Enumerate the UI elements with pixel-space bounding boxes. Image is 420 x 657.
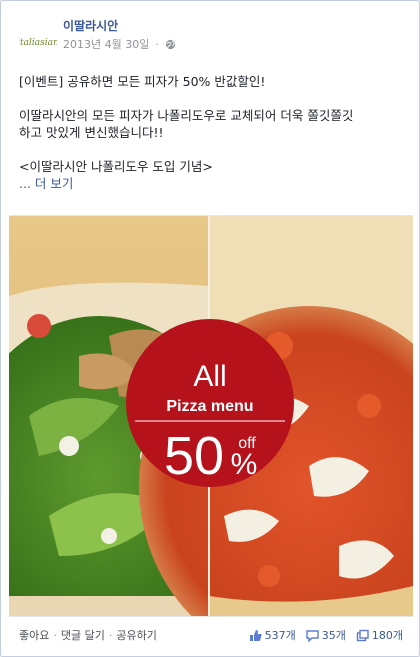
likes-count: 537개 — [264, 629, 296, 642]
post-photo[interactable]: All Pizza menu 50 % off — [9, 215, 413, 617]
badge-all-text: All — [193, 360, 226, 393]
post-text-line: <이딸라시안 나폴리도우 도입 기념> — [19, 159, 213, 174]
facebook-post: italiasian 이딸라시안 2013년 4월 30일 · [이벤트] 공유… — [0, 0, 420, 657]
comments-count: 35개 — [321, 629, 346, 642]
see-more-link[interactable]: ... 더 보기 — [19, 175, 404, 192]
like-link[interactable]: 좋아요 — [19, 627, 49, 643]
comment-link[interactable]: 댓글 달기 — [61, 627, 105, 643]
globe-icon[interactable] — [165, 39, 176, 50]
share-icon — [356, 629, 369, 641]
meta-separator: · — [155, 37, 159, 51]
post-actions: 좋아요 · 댓글 달기 · 공유하기 — [19, 627, 157, 643]
share-link[interactable]: 공유하기 — [116, 627, 156, 643]
post-footer: 좋아요 · 댓글 달기 · 공유하기 537개 35개 180개 — [19, 625, 403, 645]
post-text: [이벤트] 공유하면 모든 피자가 50% 반값할인! 이딸라시안의 모든 피자… — [19, 73, 404, 192]
shares-count: 180개 — [371, 629, 403, 642]
pizza-promo-image: All Pizza menu 50 % off — [9, 216, 413, 616]
badge-percent-sign: % — [231, 448, 258, 481]
badge-percent-text: 50 — [164, 426, 224, 486]
shares-stat[interactable]: 180개 — [356, 627, 403, 643]
thumbs-up-icon — [249, 629, 262, 641]
post-stats: 537개 35개 180개 — [249, 627, 403, 643]
post-header: italiasian 이딸라시안 2013년 4월 30일 · — [19, 15, 399, 59]
badge-off-text: off — [238, 435, 256, 452]
page-avatar[interactable]: italiasian — [19, 21, 57, 59]
post-text-line: [이벤트] 공유하면 모든 피자가 50% 반값할인! — [19, 74, 266, 89]
svg-text:italiasian: italiasian — [19, 38, 57, 48]
post-date[interactable]: 2013년 4월 30일 — [63, 36, 149, 52]
comments-stat[interactable]: 35개 — [306, 627, 346, 643]
italiasian-logo: italiasian — [19, 21, 57, 59]
post-text-line: 이딸라시안의 모든 피자가 나폴리도우로 교체되어 더욱 쫄깃쫄깃 — [19, 108, 354, 123]
page-name-link[interactable]: 이딸라시안 — [63, 17, 118, 34]
post-meta: 2013년 4월 30일 · — [63, 36, 176, 52]
post-text-line: 하고 맛있게 변신했습니다!! — [19, 125, 164, 140]
badge-menu-text: Pizza menu — [166, 398, 253, 415]
comment-bubble-icon — [306, 629, 319, 642]
likes-stat[interactable]: 537개 — [249, 627, 296, 643]
